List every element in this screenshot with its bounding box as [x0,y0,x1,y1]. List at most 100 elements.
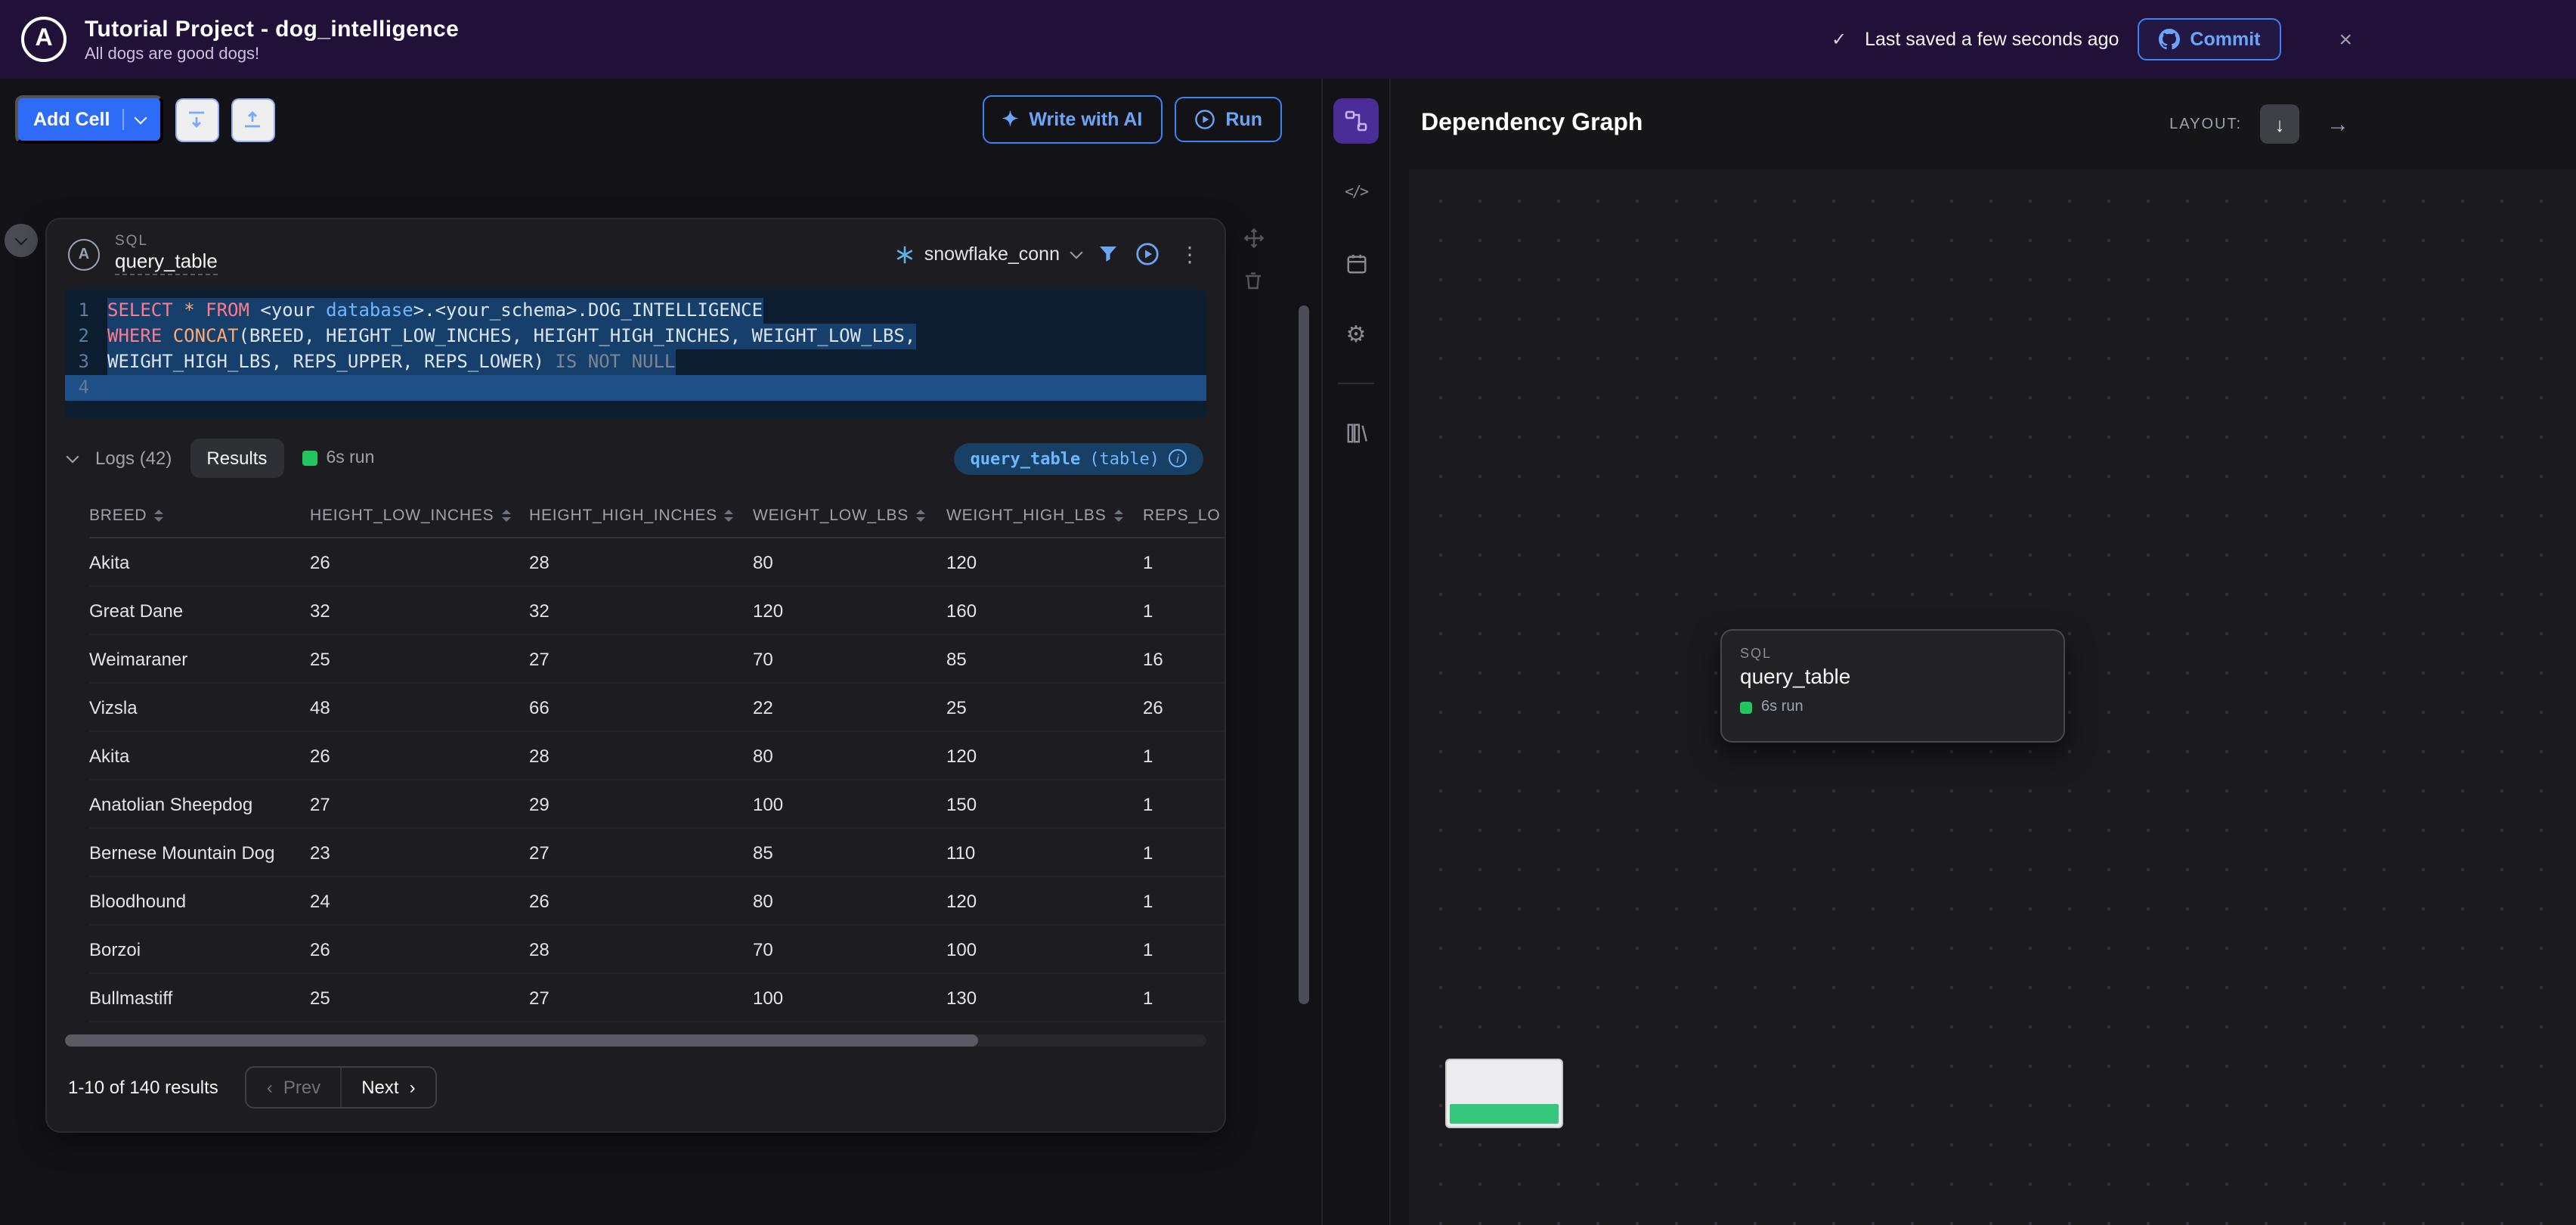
column-header[interactable]: WEIGHT_LOW_LBS [753,495,946,537]
table-cell: 100 [753,793,784,814]
table-cell: 1 [1143,890,1153,911]
info-icon: i [1169,449,1187,467]
table-cell: 150 [946,793,977,814]
table-cell: Akita [89,745,130,766]
cell-name[interactable]: query_table [115,250,218,275]
rail-settings-button[interactable]: ⚙ [1333,312,1379,357]
cell-logo-icon: A [68,238,100,270]
table-cell: 27 [529,842,550,863]
filter-icon[interactable] [1098,243,1119,265]
table-row[interactable]: Great Dane 32 32 120 160 1 [89,587,1225,635]
connection-selector[interactable]: snowflake_conn [896,243,1083,265]
dependency-graph-panel: Dependency Graph LAYOUT: ↓ → SQL query_t… [1391,79,2576,1225]
table-cell: 26 [310,745,330,766]
rail-code-button[interactable]: </> [1333,169,1379,215]
run-button[interactable]: Run [1174,97,1282,142]
code-line[interactable]: 2 WHERE CONCAT(BREED, HEIGHT_LOW_INCHES, … [65,324,1206,349]
table-row[interactable]: Bloodhound 24 26 80 120 1 [89,877,1225,926]
layout-horizontal-button[interactable]: → [2327,111,2349,137]
sql-code-editor[interactable]: 1 SELECT * FROM <your database>.<your_sch… [65,289,1206,419]
graph-panel-title: Dependency Graph [1421,110,1643,136]
run-status-label: 6s run [326,449,375,467]
table-row[interactable]: Bullmastiff 25 27 100 130 1 [89,974,1225,1022]
table-cell: 16 [1143,648,1163,669]
gear-icon: ⚙ [1345,322,1367,348]
layout-controls: LAYOUT: ↓ → [2169,104,2349,144]
table-cell: 28 [529,551,550,572]
app-logo[interactable]: A [21,17,67,62]
table-row[interactable]: Borzoi 26 28 70 100 1 [89,926,1225,974]
delete-cell-icon[interactable] [1243,271,1264,292]
table-header-row: BREED HEIGHT_LOW_INCHES HEIGHT_HIGH_INCHES… [89,495,1225,538]
rail-schedule-button[interactable] [1333,240,1379,286]
insert-cell-above-icon [245,111,261,128]
column-header[interactable]: HEIGHT_HIGH_INCHES [529,495,753,537]
collapse-cell-button[interactable] [5,224,38,257]
code-line[interactable]: 3 WEIGHT_HIGH_LBS, REPS_UPPER, REPS_LOWER… [65,349,1206,375]
tab-results[interactable]: Results [190,439,284,478]
dependency-graph-icon [1345,110,1367,132]
table-row[interactable]: Weimaraner 25 27 70 85 16 [89,635,1225,684]
minimap-node [1450,1104,1559,1124]
line-number: 3 [78,351,89,372]
table-cell: 26 [310,938,330,960]
table-cell: Great Dane [89,600,184,621]
code-line[interactable]: 4 [65,375,1206,401]
prev-page-button[interactable]: ‹ Prev [247,1068,340,1107]
table-row[interactable]: Akita 26 28 80 120 1 [89,732,1225,780]
output-table-badge[interactable]: query_table (table) i [953,442,1203,474]
code-text: SELECT * FROM <your database>.<your_sche… [107,298,763,324]
rail-library-button[interactable] [1333,410,1379,455]
chevron-down-icon [133,110,147,124]
close-icon[interactable]: × [2339,26,2352,52]
layout-vertical-button[interactable]: ↓ [2260,104,2299,144]
table-cell: 100 [946,938,977,960]
add-cell-button[interactable]: Add Cell [15,95,163,144]
graph-canvas[interactable]: SQL query_table 6s run [1409,169,2576,1225]
write-with-ai-button[interactable]: ✦ Write with AI [982,95,1163,144]
project-title-block: Tutorial Project - dog_intelligence All … [85,16,459,63]
vertical-scrollbar-thumb[interactable] [1299,305,1309,1004]
rail-graph-view-button[interactable] [1333,98,1379,144]
graph-node-query-table[interactable]: SQL query_table 6s run [1720,629,2065,743]
table-row[interactable]: Akita 26 28 80 120 1 [89,538,1225,587]
column-header[interactable]: BREED [89,495,310,537]
notebook-column: Add Cell ✦ Write with AI Run A SQL query… [0,79,1321,1225]
table-cell: Borzoi [89,938,141,960]
column-header[interactable]: REPS_LO [1143,495,1225,537]
tab-logs[interactable]: Logs (42) [95,448,172,469]
commit-button[interactable]: Commit [2137,18,2282,60]
run-cell-icon[interactable] [1135,242,1160,266]
table-cell: Weimaraner [89,648,188,669]
results-footer: 1-10 of 140 results ‹ Prev Next › [47,1047,1225,1131]
table-row[interactable]: Anatolian Sheepdog 27 29 100 150 1 [89,780,1225,829]
table-cell: 80 [753,745,773,766]
collapse-results-icon[interactable] [66,449,79,463]
insert-cell-above-button[interactable] [231,98,275,141]
next-page-button[interactable]: Next › [340,1068,435,1107]
table-cell: 120 [946,745,977,766]
table-row[interactable]: Bernese Mountain Dog 23 27 85 110 1 [89,829,1225,877]
column-header[interactable]: WEIGHT_HIGH_LBS [946,495,1143,537]
notebook-toolbar: Add Cell ✦ Write with AI Run [0,79,1321,160]
table-cell: 26 [310,551,330,572]
insert-cell-below-button[interactable] [175,98,219,141]
table-cell: 1 [1143,551,1153,572]
project-subtitle: All dogs are good dogs! [85,45,260,63]
prev-label: Prev [283,1077,321,1098]
column-header[interactable]: HEIGHT_LOW_INCHES [310,495,529,537]
table-cell: 1 [1143,842,1153,863]
node-name: query_table [1740,664,1851,688]
play-circle-icon [1194,110,1215,129]
move-cell-icon[interactable] [1243,227,1265,250]
table-cell: 1 [1143,793,1153,814]
horizontal-scrollbar-thumb[interactable] [65,1034,978,1047]
sql-cell-card: A SQL query_table snowflake_conn ⋮ 1 SEL… [45,218,1226,1133]
graph-minimap[interactable] [1445,1059,1563,1128]
cell-menu-icon[interactable]: ⋮ [1176,241,1203,267]
table-cell: 22 [753,696,773,718]
cell-logo-letter: A [78,246,90,262]
table-cell: 23 [310,842,330,863]
table-row[interactable]: Vizsla 48 66 22 25 26 [89,684,1225,732]
code-line[interactable]: 1 SELECT * FROM <your database>.<your_sch… [65,298,1206,324]
